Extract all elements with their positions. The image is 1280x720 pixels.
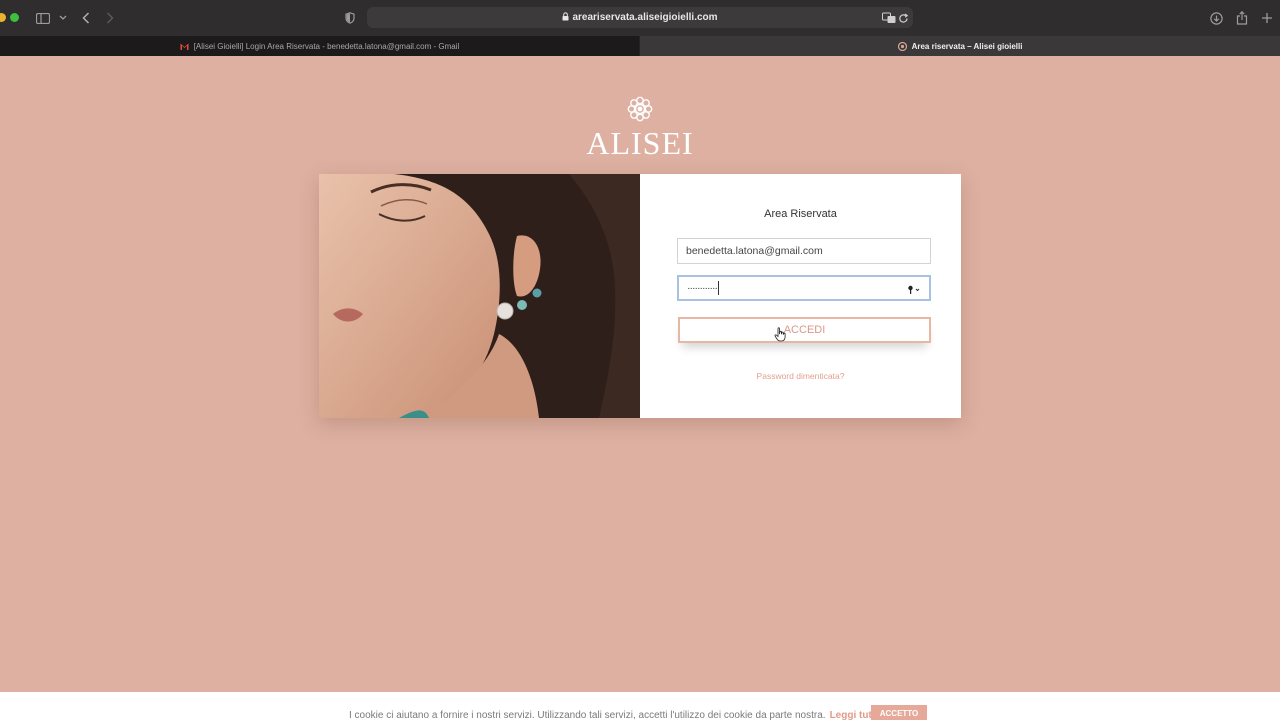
login-card: Area Riservata benedetta.latona@gmail.co… xyxy=(319,174,961,418)
forgot-password-link[interactable]: Password dimenticata? xyxy=(640,371,961,381)
privacy-shield-icon[interactable] xyxy=(344,9,356,27)
zoom-window-button[interactable] xyxy=(10,13,19,22)
accedi-button[interactable]: ACCEDI xyxy=(678,317,931,343)
cookie-text: I cookie ci aiutano a fornire i nostri s… xyxy=(349,710,881,720)
flower-logo-icon xyxy=(627,96,653,122)
lock-icon xyxy=(562,12,569,21)
email-value: benedetta.latona@gmail.com xyxy=(686,245,823,257)
new-tab-icon[interactable] xyxy=(1259,9,1275,27)
tab-gmail[interactable]: [Alisei Gioielli] Login Area Riservata -… xyxy=(0,36,639,56)
forward-arrow-icon[interactable] xyxy=(104,9,116,27)
login-form: Area Riservata benedetta.latona@gmail.co… xyxy=(640,174,961,418)
back-arrow-icon[interactable] xyxy=(80,9,92,27)
browser-toolbar: areariservata.aliseigioielli.com xyxy=(0,0,1280,36)
alisei-favicon-icon xyxy=(897,41,907,51)
sidebar-toggle-icon[interactable] xyxy=(35,9,51,27)
gmail-icon xyxy=(180,42,189,51)
text-caret xyxy=(717,281,719,296)
share-icon[interactable] xyxy=(1234,9,1250,27)
cookie-banner: I cookie ci aiutano a fornire i nostri s… xyxy=(0,692,1280,720)
tab-label: Area riservata – Alisei gioielli xyxy=(911,41,1023,51)
address-bar-url: areariservata.aliseigioielli.com xyxy=(367,7,913,28)
downloads-icon[interactable] xyxy=(1208,9,1224,27)
tab-area-riservata[interactable]: Area riservata – Alisei gioielli xyxy=(640,36,1280,56)
password-field[interactable]: ············ xyxy=(677,275,931,301)
form-title: Area Riservata xyxy=(764,208,837,220)
reload-icon[interactable] xyxy=(898,11,909,29)
address-bar[interactable]: areariservata.aliseigioielli.com xyxy=(367,7,913,28)
model-photo xyxy=(319,174,640,418)
password-key-icon[interactable] xyxy=(907,282,921,294)
minimize-window-button[interactable] xyxy=(0,13,6,22)
cookie-accept-button[interactable]: ACCETTO xyxy=(871,705,927,720)
password-value: ············ xyxy=(687,282,718,294)
url-text: areariservata.aliseigioielli.com xyxy=(572,12,718,23)
chevron-down-icon[interactable] xyxy=(58,9,68,27)
logo-text: ALISEI xyxy=(586,125,694,161)
email-field[interactable]: benedetta.latona@gmail.com xyxy=(677,238,931,264)
translate-icon[interactable] xyxy=(882,11,896,29)
tab-label: [Alisei Gioielli] Login Area Riservata -… xyxy=(193,41,460,51)
alisei-logo[interactable]: ALISEI xyxy=(560,95,720,161)
hand-cursor-icon xyxy=(774,327,786,342)
cookie-message: I cookie ci aiutano a fornire i nostri s… xyxy=(349,710,826,720)
tab-bar: [Alisei Gioielli] Login Area Riservata -… xyxy=(0,36,1280,56)
